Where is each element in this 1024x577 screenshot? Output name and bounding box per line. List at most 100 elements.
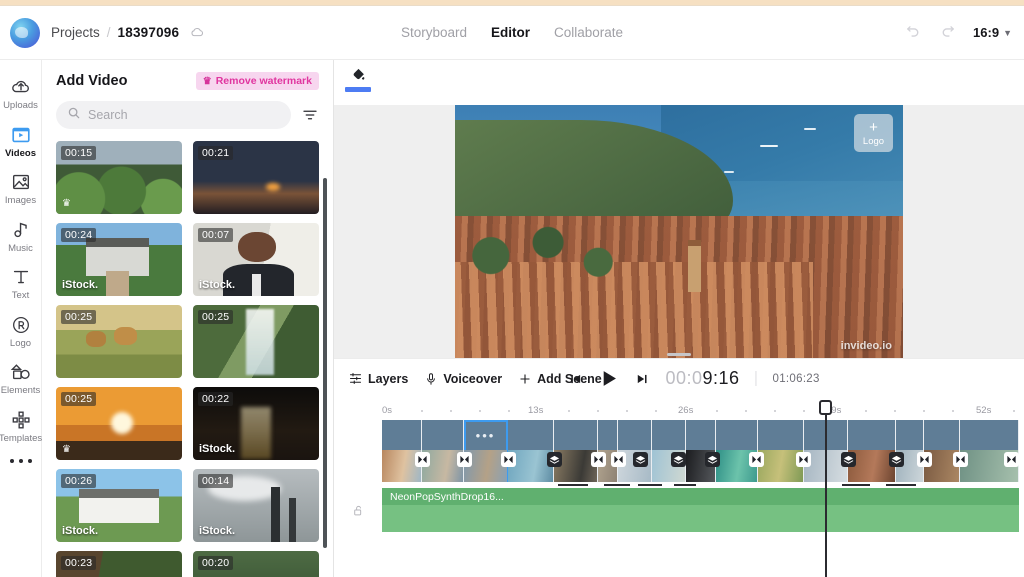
transition-icon[interactable] [457, 452, 472, 467]
istock-watermark: iStock. [199, 443, 236, 455]
video-thumbnail[interactable]: 00:14 iStock. [193, 469, 319, 542]
skip-previous-icon[interactable] [568, 372, 582, 386]
video-thumbnail[interactable]: 00:23 [56, 551, 182, 577]
video-thumbnail[interactable]: 00:21 [193, 141, 319, 214]
timeline-clip[interactable] [652, 420, 686, 482]
transition-icon[interactable] [591, 452, 606, 467]
video-thumbnail[interactable]: 00:24 iStock. [56, 223, 182, 296]
stage-resize-grip[interactable] [667, 353, 691, 356]
timeline-clip[interactable] [758, 420, 804, 482]
layers-button[interactable]: Layers [348, 371, 408, 386]
preview-canvas[interactable]: + Logo invideo.io [455, 105, 903, 358]
voiceover-button[interactable]: Voiceover [424, 372, 502, 386]
tab-collaborate[interactable]: Collaborate [554, 25, 623, 40]
transition-icon[interactable] [1004, 452, 1019, 467]
video-thumbnail[interactable]: 00:25 ♛ [56, 387, 182, 460]
paint-bucket-icon[interactable] [343, 66, 373, 92]
timeline-clip[interactable] [924, 420, 960, 482]
transition-icon[interactable] [841, 452, 856, 467]
undo-arrow-icon[interactable] [905, 24, 922, 41]
timeline-clip[interactable] [960, 420, 1019, 482]
timeline: 0s 13s 26s 39s 52s ••• NeonPopSynthDrop1… [334, 398, 1024, 577]
video-thumbnail[interactable]: 00:25 [193, 305, 319, 378]
premium-crown-icon: ♛ [62, 198, 71, 209]
sidebar-item-text[interactable]: Text [0, 260, 42, 305]
audio-track[interactable]: NeonPopSynthDrop16... [382, 488, 1019, 532]
timeline-clip[interactable] [554, 420, 598, 482]
left-tool-rail: Uploads Videos Images Music Text Logo El… [0, 60, 42, 577]
timeline-clip[interactable] [598, 420, 618, 482]
search-row [42, 96, 333, 137]
timeline-clip[interactable] [422, 420, 464, 482]
timeline-clip-selected[interactable]: ••• [464, 420, 508, 482]
invideo-editor-window: Projects / 18397096 Storyboard Editor Co… [0, 0, 1024, 577]
breadcrumb-projects[interactable]: Projects [51, 25, 100, 40]
timeline-clip[interactable] [896, 420, 924, 482]
clip-menu-icon[interactable]: ••• [476, 429, 496, 442]
video-thumbnail[interactable]: 00:26 iStock. [56, 469, 182, 542]
video-duration: 00:25 [61, 392, 97, 406]
aspect-ratio-selector[interactable]: 16:9 ▼ [973, 25, 1012, 40]
sidebar-label-videos: Videos [5, 147, 36, 159]
video-thumbnail[interactable]: 00:25 [56, 305, 182, 378]
add-logo-placeholder[interactable]: + Logo [854, 114, 893, 152]
timeline-clip[interactable] [508, 420, 554, 482]
video-thumbnail[interactable]: 00:20 [193, 551, 319, 577]
timeline-clip[interactable] [618, 420, 652, 482]
sidebar-item-uploads[interactable]: Uploads [0, 70, 42, 115]
breadcrumb-project-id[interactable]: 18397096 [118, 25, 180, 40]
total-duration: 01:06:23 [772, 372, 820, 385]
invideo-logo-icon[interactable] [10, 17, 40, 48]
filter-icon[interactable] [301, 106, 319, 124]
sidebar-item-videos[interactable]: Videos [0, 118, 42, 163]
transition-icon[interactable] [917, 452, 932, 467]
timeline-clip[interactable] [716, 420, 758, 482]
transition-icon[interactable] [633, 452, 648, 467]
search-input[interactable] [88, 108, 280, 122]
timeline-clip[interactable] [848, 420, 896, 482]
transition-icon[interactable] [749, 452, 764, 467]
timeline-clip[interactable] [686, 420, 716, 482]
search-icon [67, 106, 81, 125]
tool-active-indicator [345, 87, 371, 92]
video-thumbnail[interactable]: 00:15 ♛ [56, 141, 182, 214]
play-icon[interactable] [598, 368, 619, 389]
video-thumbnail[interactable]: 00:07 iStock. [193, 223, 319, 296]
transition-icon[interactable] [889, 452, 904, 467]
transition-icon[interactable] [705, 452, 720, 467]
editor-mode-tabs: Storyboard Editor Collaborate [401, 25, 623, 40]
music-note-icon [9, 218, 33, 242]
timeline-ruler[interactable]: 0s 13s 26s 39s 52s [382, 402, 1024, 418]
transition-icon[interactable] [671, 452, 686, 467]
redo-arrow-icon[interactable] [939, 24, 956, 41]
transition-icon[interactable] [611, 452, 626, 467]
image-icon [9, 170, 33, 194]
transition-icon[interactable] [415, 452, 430, 467]
tab-storyboard[interactable]: Storyboard [401, 25, 467, 40]
transition-icon[interactable] [953, 452, 968, 467]
transition-icon[interactable] [547, 452, 562, 467]
video-thumbnail[interactable]: 00:22 iStock. [193, 387, 319, 460]
ruler-label: 52s [976, 405, 992, 416]
tab-editor[interactable]: Editor [491, 25, 530, 40]
video-track[interactable]: ••• [382, 420, 1019, 482]
video-duration: 00:25 [61, 310, 97, 324]
unlock-icon[interactable] [352, 504, 365, 522]
skip-next-icon[interactable] [635, 372, 649, 386]
sidebar-item-templates[interactable]: Templates [0, 403, 42, 448]
sidebar-item-elements[interactable]: Elements [0, 355, 42, 400]
playhead-handle[interactable] [819, 400, 832, 415]
transition-icon[interactable] [796, 452, 811, 467]
more-dots-icon[interactable] [9, 459, 32, 463]
sidebar-item-music[interactable]: Music [0, 213, 42, 258]
ruler-label: 13s [528, 405, 544, 416]
search-box[interactable] [56, 101, 291, 129]
sidebar-item-images[interactable]: Images [0, 165, 42, 210]
istock-watermark: iStock. [199, 279, 236, 291]
clip-trim-marker [604, 484, 630, 486]
remove-watermark-button[interactable]: ♛ Remove watermark [195, 72, 319, 90]
timeline-clip[interactable] [382, 420, 422, 482]
sidebar-item-logo[interactable]: Logo [0, 308, 42, 353]
panel-scrollbar[interactable] [323, 178, 327, 548]
transition-icon[interactable] [501, 452, 516, 467]
